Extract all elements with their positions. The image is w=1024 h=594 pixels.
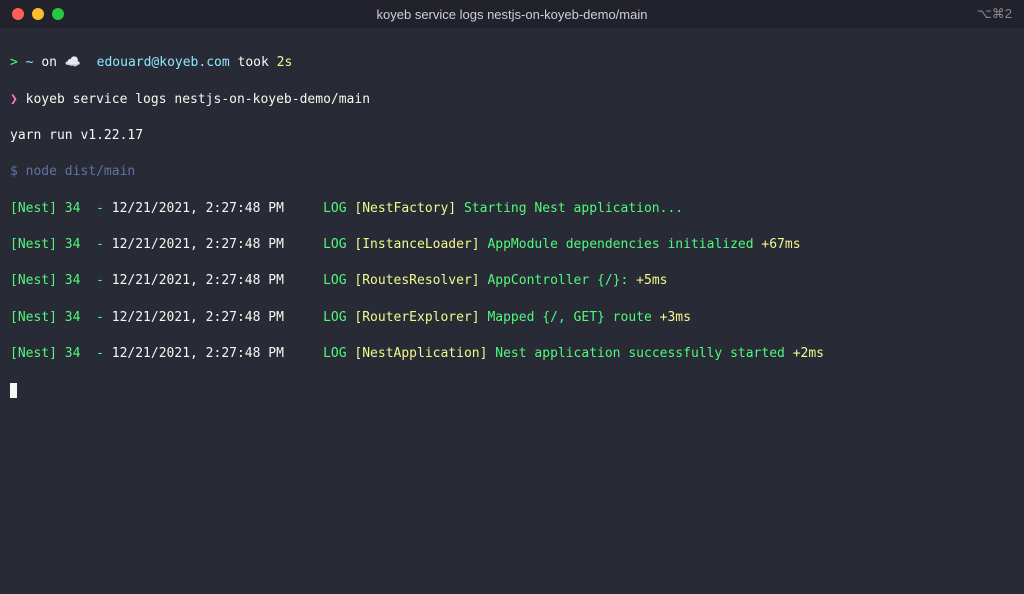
shortcut-indicator: ⌥⌘2 bbox=[977, 6, 1012, 22]
log-module: [NestApplication] bbox=[354, 346, 487, 361]
log-line: [Nest] 34 - 12/21/2021, 2:27:48 PM LOG [… bbox=[10, 272, 1014, 290]
log-prefix: [Nest] 34 - bbox=[10, 237, 112, 252]
log-prefix: [Nest] 34 - bbox=[10, 310, 112, 325]
log-message: Starting Nest application... bbox=[464, 201, 683, 216]
log-line: [Nest] 34 - 12/21/2021, 2:27:48 PM LOG [… bbox=[10, 345, 1014, 363]
log-module: [RouterExplorer] bbox=[354, 310, 479, 325]
log-level: LOG bbox=[323, 310, 346, 325]
log-prefix: [Nest] 34 - bbox=[10, 273, 112, 288]
prompt-symbol: ❯ bbox=[10, 92, 18, 107]
log-message: Nest application successfully started bbox=[495, 346, 785, 361]
dollar-prompt: $ bbox=[10, 164, 18, 179]
log-timestamp: 12/21/2021, 2:27:48 PM bbox=[112, 310, 284, 325]
log-timestamp: 12/21/2021, 2:27:48 PM bbox=[112, 346, 284, 361]
log-module: [NestFactory] bbox=[354, 201, 456, 216]
prompt-took: took bbox=[238, 55, 269, 70]
cursor-icon bbox=[10, 383, 17, 398]
log-message: AppController {/}: bbox=[487, 273, 628, 288]
log-level: LOG bbox=[323, 273, 346, 288]
log-message: Mapped {/, GET} route bbox=[487, 310, 651, 325]
minimize-icon[interactable] bbox=[32, 8, 44, 20]
node-cmd: node dist/main bbox=[26, 164, 136, 179]
log-module: [InstanceLoader] bbox=[354, 237, 479, 252]
terminal-body[interactable]: > ~ on ☁️ edouard@koyeb.com took 2s ❯ ko… bbox=[0, 28, 1024, 594]
log-prefix: [Nest] 34 - bbox=[10, 201, 112, 216]
prompt-path: ~ bbox=[26, 55, 34, 70]
prompt-arrow-icon: > bbox=[10, 55, 18, 70]
log-timestamp: 12/21/2021, 2:27:48 PM bbox=[112, 237, 284, 252]
output-line: yarn run v1.22.17 bbox=[10, 127, 1014, 145]
log-level: LOG bbox=[323, 201, 346, 216]
log-line: [Nest] 34 - 12/21/2021, 2:27:48 PM LOG [… bbox=[10, 236, 1014, 254]
maximize-icon[interactable] bbox=[52, 8, 64, 20]
log-suffix: +5ms bbox=[628, 273, 667, 288]
yarn-output: yarn run v1.22.17 bbox=[10, 128, 143, 143]
log-suffix: +67ms bbox=[754, 237, 801, 252]
titlebar: koyeb service logs nestjs-on-koyeb-demo/… bbox=[0, 0, 1024, 28]
log-suffix: +3ms bbox=[652, 310, 691, 325]
terminal-window: koyeb service logs nestjs-on-koyeb-demo/… bbox=[0, 0, 1024, 594]
log-message: AppModule dependencies initialized bbox=[487, 237, 753, 252]
command-line: ❯ koyeb service logs nestjs-on-koyeb-dem… bbox=[10, 91, 1014, 109]
log-line: [Nest] 34 - 12/21/2021, 2:27:48 PM LOG [… bbox=[10, 309, 1014, 327]
prompt-on: on bbox=[41, 55, 57, 70]
log-timestamp: 12/21/2021, 2:27:48 PM bbox=[112, 273, 284, 288]
prompt-duration: 2s bbox=[277, 55, 293, 70]
close-icon[interactable] bbox=[12, 8, 24, 20]
log-level: LOG bbox=[323, 346, 346, 361]
log-suffix: +2ms bbox=[785, 346, 824, 361]
prompt-user: edouard@koyeb.com bbox=[97, 55, 230, 70]
log-line: [Nest] 34 - 12/21/2021, 2:27:48 PM LOG [… bbox=[10, 200, 1014, 218]
log-level: LOG bbox=[323, 237, 346, 252]
traffic-lights bbox=[12, 8, 64, 20]
log-prefix: [Nest] 34 - bbox=[10, 346, 112, 361]
log-module: [RoutesResolver] bbox=[354, 273, 479, 288]
command-text: koyeb service logs nestjs-on-koyeb-demo/… bbox=[26, 92, 370, 107]
window-title: koyeb service logs nestjs-on-koyeb-demo/… bbox=[377, 7, 648, 22]
output-line: $ node dist/main bbox=[10, 163, 1014, 181]
prompt-line: > ~ on ☁️ edouard@koyeb.com took 2s bbox=[10, 54, 1014, 72]
log-timestamp: 12/21/2021, 2:27:48 PM bbox=[112, 201, 284, 216]
cloud-icon: ☁️ bbox=[65, 55, 81, 70]
